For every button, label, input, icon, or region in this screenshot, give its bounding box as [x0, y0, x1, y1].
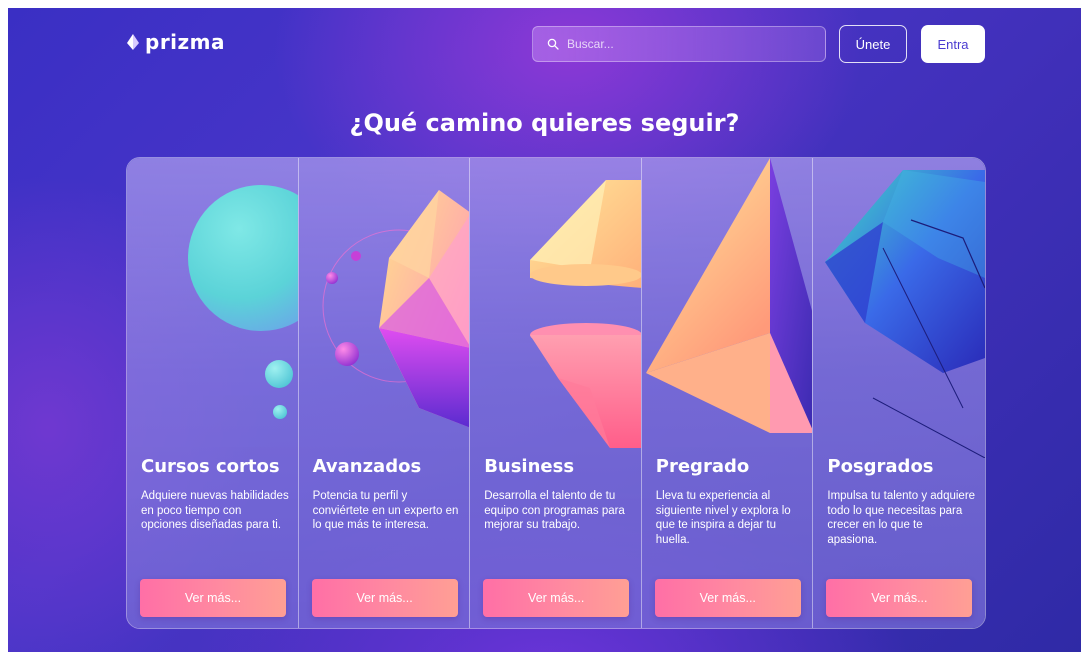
split-gem-illustration [530, 180, 641, 448]
ver-mas-button[interactable]: Ver más... [483, 579, 630, 617]
brand-name: prizma [145, 30, 226, 54]
ver-mas-button[interactable]: Ver más... [654, 579, 801, 617]
card-avanzados: Avanzados Potencia tu perfil y conviérte… [298, 158, 471, 628]
ver-mas-button[interactable]: Ver más... [140, 579, 286, 617]
cube-illustration [825, 170, 985, 458]
card-title: Cursos cortos [141, 456, 280, 477]
card-business: Business Desarrolla el talento de tu equ… [470, 158, 642, 628]
ver-mas-button[interactable]: Ver más... [826, 579, 973, 617]
crystal-illustration [322, 190, 470, 428]
card-description: Lleva tu experiencia al siguiente nivel … [655, 490, 791, 546]
ver-mas-button[interactable]: Ver más... [311, 579, 458, 617]
card-posgrados: Posgrados Impulsa tu talento y adquiere … [813, 158, 985, 628]
card-title: Pregrado [655, 456, 750, 477]
search-input[interactable] [567, 37, 807, 51]
spheres-illustration [188, 185, 298, 419]
card-description: Adquiere nuevas habilidades en poco tiem… [141, 490, 289, 531]
card-title: Business [484, 456, 575, 477]
card-description: Desarrolla el talento de tu equipo con p… [484, 490, 625, 531]
login-button[interactable]: Entra [921, 25, 985, 63]
join-button[interactable]: Únete [839, 25, 907, 63]
card-description: Potencia tu perfil y conviértete en un e… [312, 490, 459, 531]
card-cursos-cortos: Cursos cortos Adquiere nuevas habilidade… [127, 158, 299, 628]
prism-logo-icon [127, 34, 139, 50]
page-background: prizma Únete Entra ¿Qué camino quieres s… [8, 8, 1081, 652]
pyramid-illustration [645, 158, 813, 433]
card-title: Avanzados [312, 456, 422, 477]
card-description: Impulsa tu talento y adquiere todo lo qu… [827, 490, 976, 546]
page-title: ¿Qué camino quieres seguir? [349, 109, 740, 137]
paths-panel: Cursos cortos Adquiere nuevas habilidade… [126, 157, 986, 629]
search-icon [547, 38, 559, 50]
brand-logo[interactable]: prizma [125, 30, 225, 54]
card-pregrado: Pregrado Lleva tu experiencia al siguien… [641, 158, 814, 628]
card-title: Posgrados [827, 456, 934, 477]
search-bar[interactable] [532, 26, 826, 62]
